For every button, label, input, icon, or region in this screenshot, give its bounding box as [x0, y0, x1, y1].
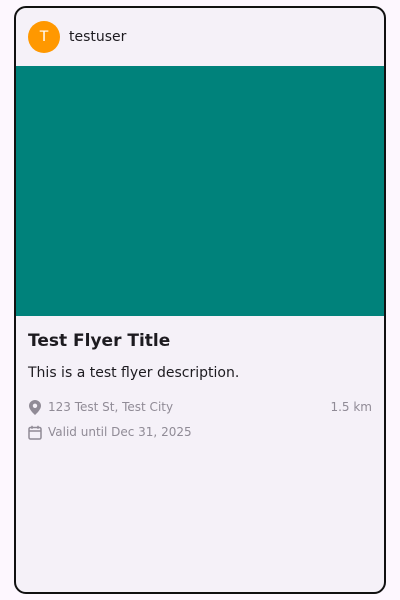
calendar-icon [28, 424, 42, 440]
validity-row: Valid until Dec 31, 2025 [28, 423, 372, 441]
flyer-description: This is a test flyer description. [28, 365, 240, 381]
card-header: T testuser [16, 8, 384, 66]
address-text: 123 Test St, Test City [48, 400, 174, 414]
location-pin-icon [28, 399, 42, 415]
username[interactable]: testuser [69, 29, 126, 45]
flyer-title: Test Flyer Title [28, 331, 171, 351]
validity-text: Valid until Dec 31, 2025 [48, 425, 192, 439]
flyer-card[interactable]: T testuser Test Flyer Title This is a te… [14, 6, 386, 594]
flyer-body: Test Flyer Title This is a test flyer de… [16, 316, 384, 441]
avatar-letter: T [39, 29, 49, 45]
flyer-image[interactable] [16, 66, 384, 316]
avatar[interactable]: T [28, 21, 60, 53]
location-row: 123 Test St, Test City 1.5 km [28, 398, 372, 416]
distance-text: 1.5 km [330, 400, 372, 414]
